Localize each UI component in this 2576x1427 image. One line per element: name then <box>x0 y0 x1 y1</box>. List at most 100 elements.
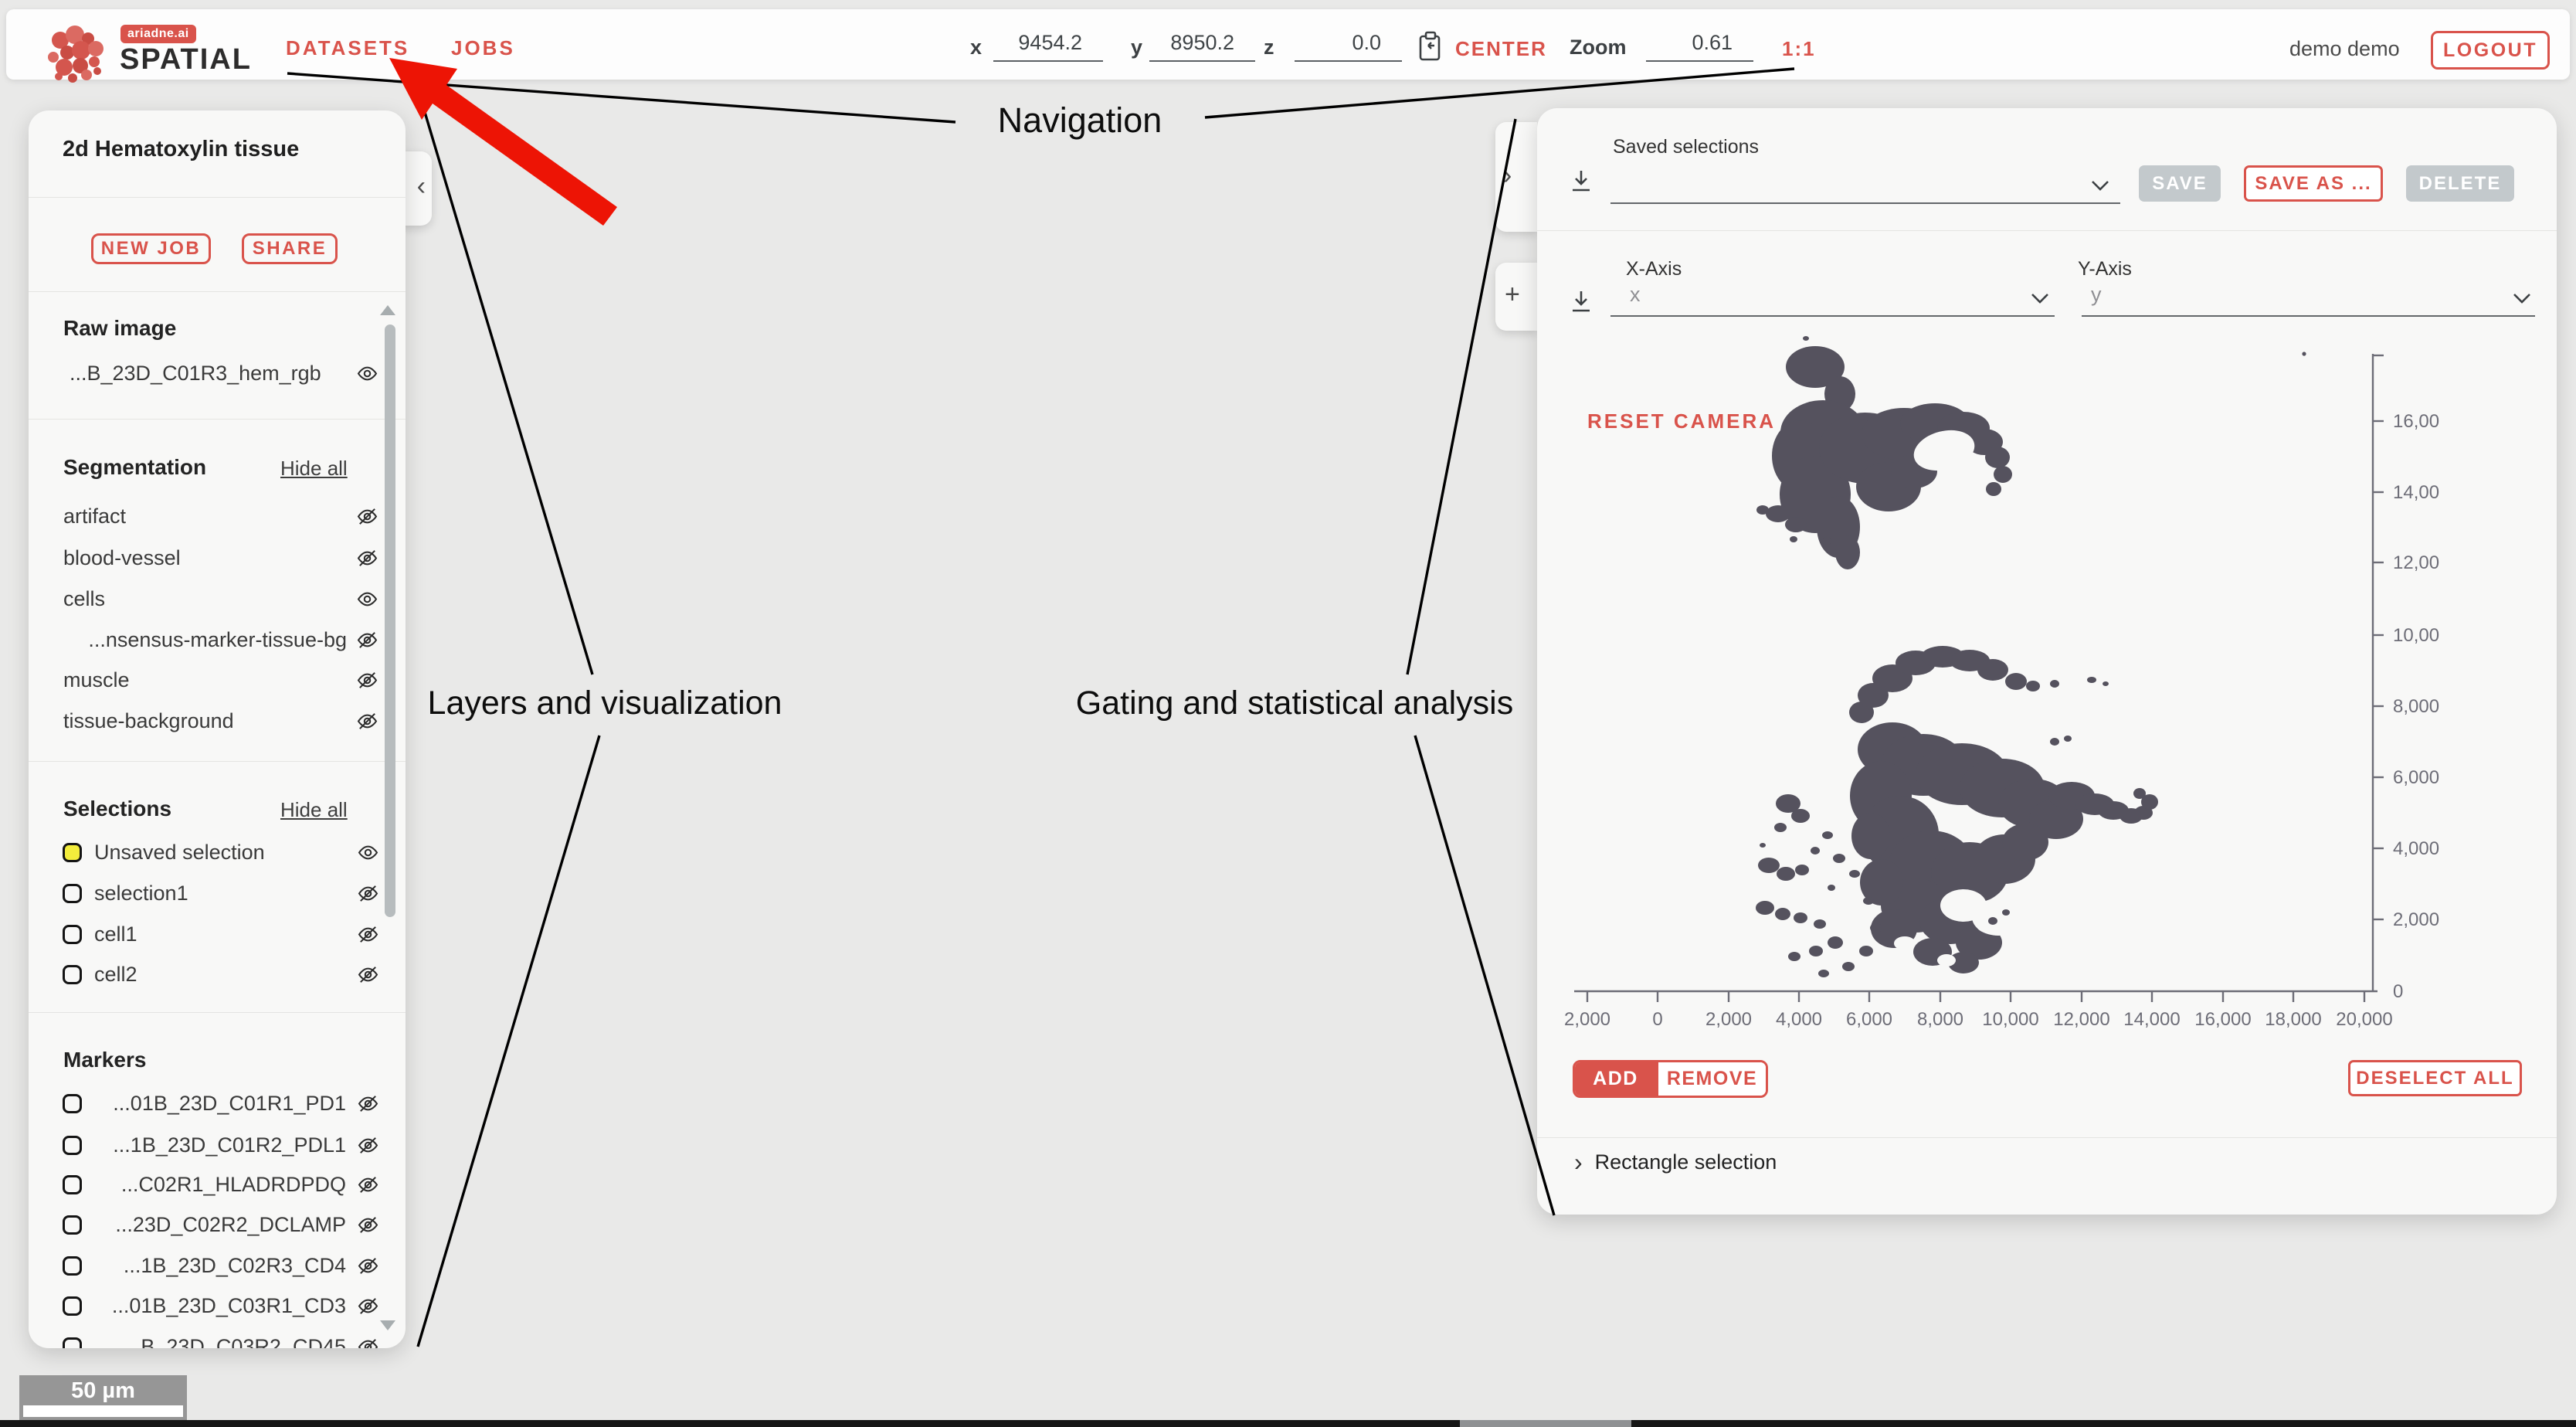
segmentation-row[interactable]: blood-vessel <box>63 542 378 573</box>
segmentation-hide-all-link[interactable]: Hide all <box>280 457 348 481</box>
selection-row[interactable]: Unsaved selection <box>63 837 379 868</box>
marker-checkbox[interactable] <box>63 1215 82 1235</box>
svg-text:10,00: 10,00 <box>2393 625 2439 646</box>
copy-coordinates-icon[interactable] <box>1418 31 1443 62</box>
scroll-down-arrow[interactable] <box>380 1320 395 1330</box>
layer-label: cells <box>63 587 356 611</box>
zoom-label: Zoom <box>1570 36 1627 59</box>
segmentation-row[interactable]: tissue-background <box>63 705 378 736</box>
marker-label: ...01B_23D_C03R1_CD3 <box>82 1294 357 1318</box>
eye-off-icon[interactable] <box>356 669 378 691</box>
selection-checkbox[interactable] <box>63 925 82 944</box>
eye-off-icon[interactable] <box>357 1295 379 1317</box>
segmentation-row[interactable]: artifact <box>63 501 378 532</box>
selections-hide-all-link[interactable]: Hide all <box>280 798 348 822</box>
gating-scatter-plot[interactable]: 2,000 0 2,000 4,000 6,000 8,000 10,000 1… <box>1560 332 2557 1039</box>
center-button[interactable]: CENTER <box>1455 37 1547 61</box>
svg-text:0: 0 <box>2393 981 2403 1002</box>
chevron-right-icon: › <box>1574 1150 1583 1174</box>
eye-off-icon[interactable] <box>356 710 378 732</box>
marker-checkbox[interactable] <box>63 1136 82 1155</box>
upper-cluster <box>1756 336 2012 569</box>
app-screen: ariadne.ai SPATIAL DATASETS JOBS x 9454.… <box>0 0 2576 1427</box>
marker-label: ...B_23D_C03R2_CD45 <box>82 1335 357 1349</box>
download-icon[interactable] <box>1570 289 1593 315</box>
download-icon[interactable] <box>1570 168 1593 195</box>
one-to-one-button[interactable]: 1:1 <box>1782 37 1816 61</box>
x-axis-select[interactable]: x <box>1610 283 2055 317</box>
eye-icon[interactable] <box>357 841 379 864</box>
eye-off-icon[interactable] <box>357 1174 379 1196</box>
svg-text:12,00: 12,00 <box>2393 552 2439 573</box>
nav-datasets[interactable]: DATASETS <box>286 36 409 60</box>
eye-off-icon[interactable] <box>356 629 378 651</box>
rectangle-selection-toggle[interactable]: › Rectangle selection <box>1574 1150 1777 1174</box>
chevron-down-icon[interactable] <box>2030 292 2050 304</box>
add-mode-button[interactable]: ADD <box>1575 1062 1656 1096</box>
add-plot-tab[interactable]: + <box>1495 263 1537 331</box>
eye-off-icon[interactable] <box>356 547 378 569</box>
marker-checkbox[interactable] <box>63 1337 82 1349</box>
marker-checkbox[interactable] <box>63 1175 82 1194</box>
nav-jobs[interactable]: JOBS <box>451 36 515 60</box>
raw-image-row[interactable]: ...B_23D_C01R3_hem_rgb <box>70 358 378 389</box>
marker-row[interactable]: ...01B_23D_C01R1_PD1 <box>63 1088 379 1119</box>
eye-off-icon[interactable] <box>357 1214 379 1236</box>
svg-text:20,000: 20,000 <box>2336 1009 2392 1030</box>
eye-icon[interactable] <box>356 362 378 385</box>
logout-button[interactable]: LOGOUT <box>2431 31 2550 70</box>
share-button[interactable]: SHARE <box>242 233 338 264</box>
eye-off-icon[interactable] <box>357 1336 379 1349</box>
svg-text:6,000: 6,000 <box>1846 1009 1892 1030</box>
chevron-down-icon[interactable] <box>2512 292 2532 304</box>
chevron-down-icon[interactable] <box>2090 179 2110 192</box>
remove-mode-button[interactable]: REMOVE <box>1656 1062 1766 1096</box>
marker-row[interactable]: ...1B_23D_C02R3_CD4 <box>63 1250 379 1281</box>
eye-off-icon[interactable] <box>357 1255 379 1277</box>
save-as-button[interactable]: SAVE AS ... <box>2244 165 2383 202</box>
eye-off-icon[interactable] <box>356 505 378 528</box>
saved-selections-select[interactable] <box>1610 170 2120 204</box>
y-axis-label: Y-Axis <box>2078 258 2132 280</box>
eye-off-icon[interactable] <box>357 923 379 946</box>
selection-row[interactable]: cell2 <box>63 959 379 990</box>
marker-row[interactable]: ...01B_23D_C03R1_CD3 <box>63 1290 379 1321</box>
eye-icon[interactable] <box>356 588 378 610</box>
marker-checkbox[interactable] <box>63 1256 82 1276</box>
segmentation-row[interactable]: muscle <box>63 664 378 695</box>
y-axis-tick-labels: 16,00 14,00 12,00 10,00 8,000 6,000 4,00… <box>2393 411 2439 1002</box>
selection-checkbox[interactable] <box>63 884 82 903</box>
scrollbar-thumb[interactable] <box>385 324 395 917</box>
y-axis-select[interactable]: y <box>2082 283 2535 317</box>
selection-checkbox[interactable] <box>63 965 82 984</box>
marker-row[interactable]: ...23D_C02R2_DCLAMP <box>63 1209 379 1240</box>
eye-off-icon[interactable] <box>357 963 379 986</box>
eye-off-icon[interactable] <box>357 882 379 905</box>
coord-x-label: x <box>970 36 982 59</box>
segmentation-row[interactable]: cells <box>63 583 378 614</box>
selection-row[interactable]: selection1 <box>63 878 379 909</box>
selection-checkbox[interactable] <box>63 843 82 862</box>
zoom-input[interactable]: 0.61 <box>1646 31 1753 62</box>
marker-row[interactable]: ...C02R1_HLADRDPDQ <box>63 1169 379 1200</box>
segmentation-row[interactable]: ...nsensus-marker-tissue-bg <box>63 624 378 655</box>
delete-button[interactable]: DELETE <box>2406 165 2514 202</box>
coord-x-input[interactable]: 9454.2 <box>993 31 1103 62</box>
layer-label: blood-vessel <box>63 546 356 570</box>
marker-checkbox[interactable] <box>63 1296 82 1316</box>
deselect-all-button[interactable]: DESELECT ALL <box>2348 1060 2522 1096</box>
right-panel-collapse-tab[interactable]: › <box>1495 122 1537 232</box>
divider <box>29 197 406 198</box>
marker-row[interactable]: ...1B_23D_C01R2_PDL1 <box>63 1130 379 1160</box>
save-button[interactable]: SAVE <box>2139 165 2221 202</box>
scroll-up-arrow[interactable] <box>380 305 395 315</box>
selection-row[interactable]: cell1 <box>63 919 379 950</box>
coord-y-input[interactable]: 8950.2 <box>1149 31 1255 62</box>
new-job-button[interactable]: NEW JOB <box>91 233 211 264</box>
eye-off-icon[interactable] <box>357 1134 379 1157</box>
marker-row[interactable]: ...B_23D_C03R2_CD45 <box>63 1331 379 1348</box>
marker-checkbox[interactable] <box>63 1094 82 1113</box>
coord-z-input[interactable]: 0.0 <box>1295 31 1402 62</box>
eye-off-icon[interactable] <box>357 1092 379 1115</box>
gate-mode-group: ADD REMOVE <box>1573 1060 1768 1098</box>
